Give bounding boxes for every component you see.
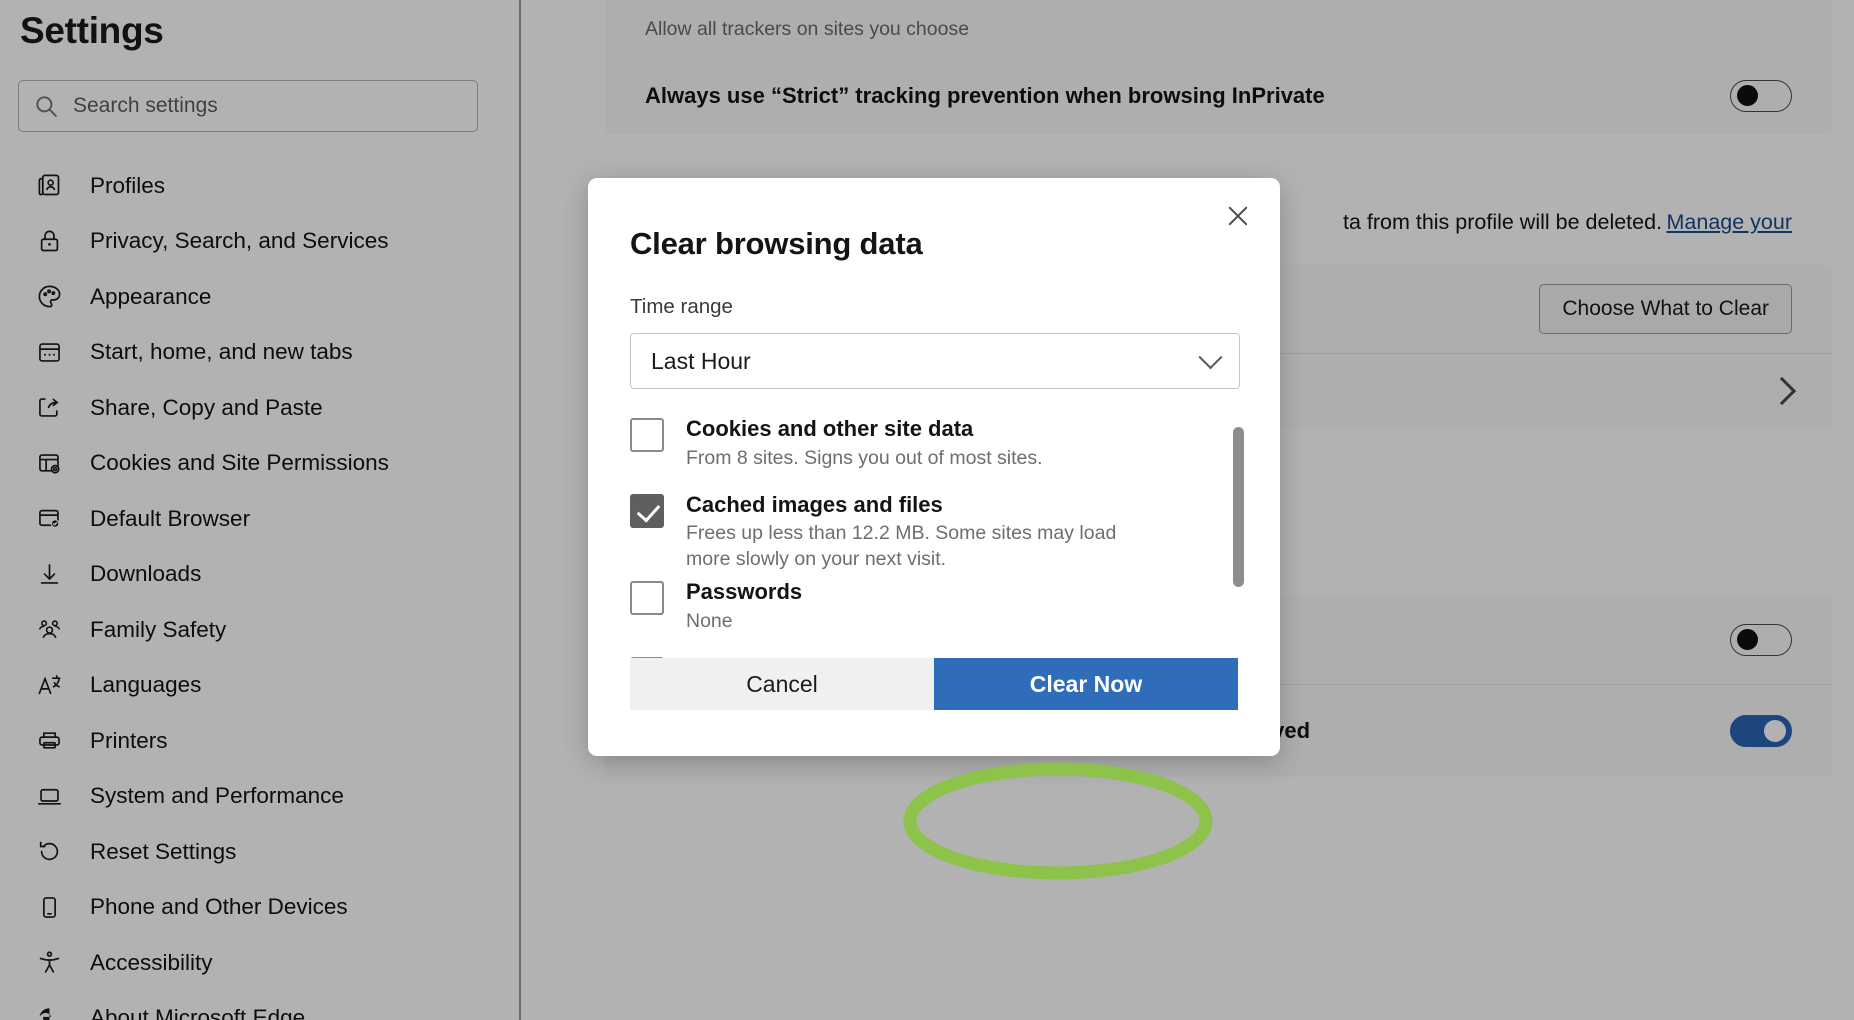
option-row[interactable]: Cached images and files Frees up less th… [588, 491, 1280, 572]
hidden-setting-toggle[interactable] [1730, 624, 1792, 656]
languages-icon [34, 670, 64, 700]
default-browser-icon [34, 504, 64, 534]
choose-what-to-clear-button[interactable]: Choose What to Clear [1539, 284, 1792, 334]
dialog-scrollbar-thumb[interactable] [1233, 427, 1244, 587]
close-icon [1228, 206, 1248, 226]
page-title: Settings [20, 10, 164, 51]
option-row[interactable]: Cookies and other site data From 8 sites… [588, 415, 1280, 471]
option-row[interactable]: Passwords None [588, 578, 1280, 634]
clear-now-button[interactable]: Clear Now [934, 658, 1238, 710]
sidebar-item-label: Printers [90, 727, 168, 753]
search-icon [33, 93, 59, 119]
cancel-button[interactable]: Cancel [630, 658, 934, 710]
sidebar-item-printers[interactable]: Printers [0, 713, 519, 769]
sidebar-item-privacy-search-services[interactable]: Privacy, Search, and Services [0, 214, 519, 270]
search-input[interactable]: Search settings [18, 80, 478, 132]
sidebar-item-about-microsoft-edge[interactable]: About Microsoft Edge [0, 991, 519, 1020]
sidebar-item-label: Appearance [90, 283, 212, 309]
sidebar-item-appearance[interactable]: Appearance [0, 269, 519, 325]
browser-window-icon [34, 337, 64, 367]
sidebar-item-label: Cookies and Site Permissions [90, 450, 389, 476]
sidebar-item-start-home-new-tabs[interactable]: Start, home, and new tabs [0, 325, 519, 381]
clear-options-list[interactable]: Cookies and other site data From 8 sites… [588, 415, 1280, 659]
accessibility-icon [34, 948, 64, 978]
sidebar-item-accessibility[interactable]: Accessibility [0, 935, 519, 991]
sidebar-item-system-performance[interactable]: System and Performance [0, 769, 519, 825]
sidebar-item-label: Downloads [90, 561, 202, 587]
sidebar-item-family-safety[interactable]: Family Safety [0, 602, 519, 658]
dialog-title: Clear browsing data [630, 226, 923, 261]
sidebar-item-reset-settings[interactable]: Reset Settings [0, 824, 519, 880]
sidebar-item-share-copy-paste[interactable]: Share, Copy and Paste [0, 380, 519, 436]
sidebar-item-label: Start, home, and new tabs [90, 339, 353, 365]
option-label: Cookies and other site data [686, 416, 974, 441]
sidebar-item-languages[interactable]: Languages [0, 658, 519, 714]
sidebar-item-label: About Microsoft Edge [90, 1005, 306, 1020]
cached-images-checkbox[interactable] [630, 493, 664, 528]
reset-icon [34, 837, 64, 867]
time-range-select[interactable]: Last Hour [630, 333, 1240, 389]
phone-icon [34, 892, 64, 922]
printer-icon [34, 726, 64, 756]
sidebar-item-profiles[interactable]: Profiles [0, 158, 519, 214]
sidebar-item-phone-other-devices[interactable]: Phone and Other Devices [0, 880, 519, 936]
sidebar-item-label: Languages [90, 672, 202, 698]
clear-browsing-data-dialog: Clear browsing data Time range Last Hour… [588, 178, 1280, 756]
option-desc: Frees up less than 12.2 MB. Some sites m… [686, 522, 1117, 570]
search-placeholder: Search settings [73, 94, 218, 117]
dialog-footer: Cancel Clear Now [588, 658, 1280, 710]
manage-your-link[interactable]: Manage your [1667, 210, 1793, 234]
sidebar-item-default-browser[interactable]: Default Browser [0, 491, 519, 547]
family-icon [34, 615, 64, 645]
cookies-icon [34, 448, 64, 478]
chevron-right-icon [1767, 376, 1797, 406]
sidebar-nav: Profiles Privacy, Search, and Services A… [0, 158, 519, 1020]
strict-inprivate-row: Always use “Strict” tracking prevention … [605, 58, 1832, 134]
toggle-knob [1737, 629, 1758, 650]
allow-trackers-row: Allow all trackers on sites you choose [605, 0, 1832, 58]
palette-icon [34, 282, 64, 312]
allow-trackers-sub: Allow all trackers on sites you choose [645, 17, 970, 40]
share-icon [34, 393, 64, 423]
sidebar-item-label: Privacy, Search, and Services [90, 228, 389, 254]
sidebar-item-label: Accessibility [90, 949, 213, 975]
time-range-label: Time range [630, 295, 733, 318]
sidebar-item-cookies-site-permissions[interactable]: Cookies and Site Permissions [0, 436, 519, 492]
sidebar-item-label: Phone and Other Devices [90, 894, 348, 920]
screen-root: Settings Search settings Profiles Privac… [0, 0, 1854, 1020]
option-label: Passwords [686, 579, 803, 605]
sidebar-item-label: Profiles [90, 172, 166, 198]
toggle-knob [1737, 85, 1758, 106]
download-icon [34, 559, 64, 589]
profile-delete-text: ta from this profile will be deleted. [1342, 210, 1663, 234]
lock-icon [34, 226, 64, 256]
sidebar-item-label: Share, Copy and Paste [90, 394, 323, 420]
strict-inprivate-toggle[interactable] [1730, 80, 1792, 112]
cookies-checkbox[interactable] [630, 418, 664, 452]
settings-sidebar: Settings Search settings Profiles Privac… [0, 0, 521, 1020]
edge-icon [34, 1003, 64, 1020]
sidebar-item-label: Family Safety [90, 616, 227, 642]
chevron-down-icon [1198, 344, 1223, 369]
payment-methods-toggle[interactable] [1730, 715, 1792, 747]
tracking-prevention-card: Allow all trackers on sites you choose A… [605, 0, 1832, 134]
option-desc: None [686, 609, 733, 632]
toggle-knob [1764, 719, 1786, 742]
passwords-checkbox[interactable] [630, 581, 664, 616]
sidebar-item-label: Reset Settings [90, 838, 237, 864]
laptop-icon [34, 781, 64, 811]
profiles-icon [34, 171, 64, 201]
strict-inprivate-label: Always use “Strict” tracking prevention … [645, 83, 1325, 108]
time-range-value: Last Hour [651, 347, 751, 374]
sidebar-item-label: Default Browser [90, 505, 251, 531]
sidebar-item-label: System and Performance [90, 783, 344, 809]
option-label: Cached images and files [686, 491, 943, 517]
sidebar-item-downloads[interactable]: Downloads [0, 547, 519, 603]
close-button[interactable] [1218, 196, 1258, 236]
option-desc: From 8 sites. Signs you out of most site… [686, 446, 1043, 469]
